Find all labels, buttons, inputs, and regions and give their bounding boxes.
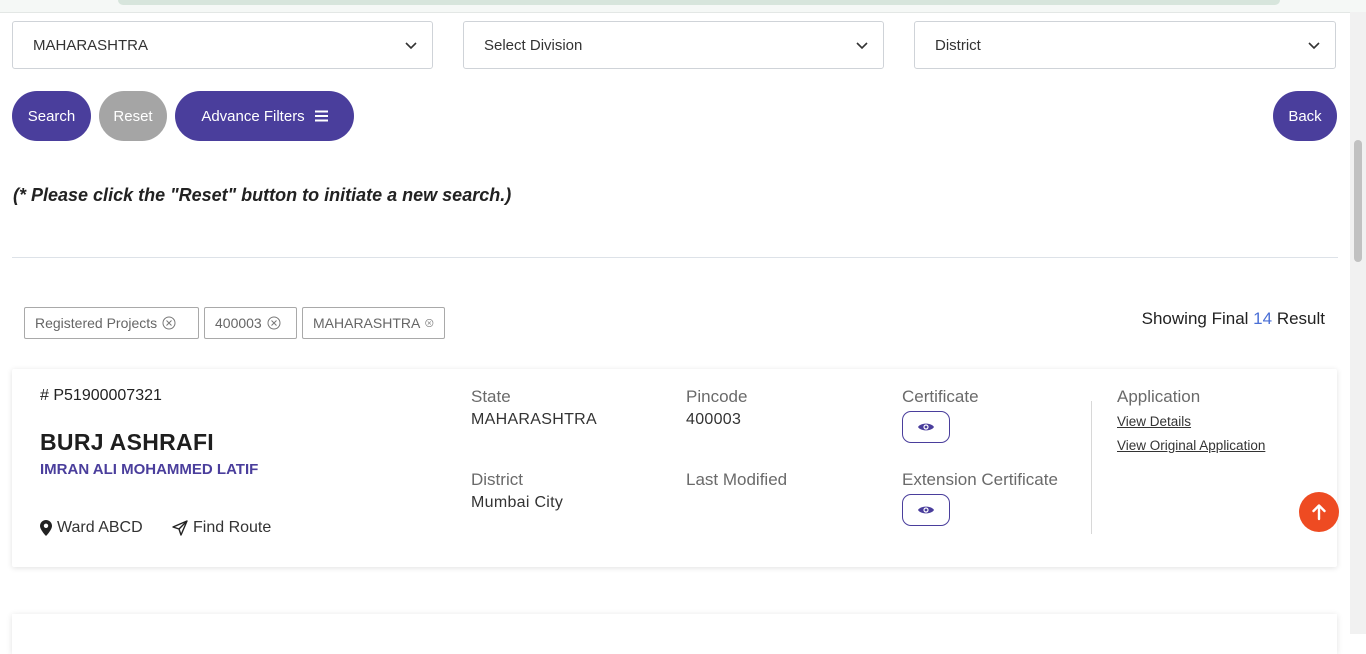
results-summary: Showing Final 14 Result — [1142, 309, 1325, 329]
back-button[interactable]: Back — [1273, 91, 1337, 141]
district-select-value: District — [935, 36, 981, 54]
eye-icon — [918, 423, 934, 431]
advance-filters-label: Advance Filters — [201, 107, 305, 125]
district-value: Mumbai City — [471, 494, 564, 511]
arrow-up-icon — [1312, 504, 1326, 521]
results-count: 14 — [1253, 309, 1273, 328]
reset-note: (* Please click the "Reset" button to in… — [13, 185, 512, 205]
chevron-down-icon — [1308, 42, 1320, 50]
close-circle-icon[interactable] — [425, 316, 434, 330]
filter-chip-state[interactable]: MAHARASHTRA — [302, 307, 445, 339]
state-label: State — [471, 387, 511, 406]
close-circle-icon[interactable] — [162, 316, 176, 330]
pincode-value: 400003 — [686, 411, 742, 428]
promoter-name: IMRAN ALI MOHAMMED LATIF — [40, 461, 259, 478]
district-label: District — [471, 470, 523, 489]
ward-info: Ward ABCD — [40, 519, 143, 537]
last-modified-label: Last Modified — [686, 470, 788, 489]
eye-icon — [918, 506, 934, 514]
results-suffix: Result — [1276, 309, 1325, 328]
chevron-down-icon — [856, 42, 868, 50]
view-details-link[interactable]: View Details — [1117, 414, 1191, 429]
find-route-label: Find Route — [193, 519, 272, 536]
registration-number: # P51900007321 — [40, 387, 162, 404]
find-route-link[interactable]: Find Route — [172, 519, 271, 537]
project-card-next — [12, 614, 1337, 654]
scrollbar-thumb[interactable] — [1354, 140, 1362, 262]
ward-label: Ward ABCD — [57, 519, 143, 536]
top-pill — [118, 0, 1280, 5]
extension-certificate-label: Extension Certificate — [902, 470, 1058, 489]
advance-filters-button[interactable]: Advance Filters — [175, 91, 354, 141]
chip-label: Registered Projects — [35, 315, 158, 331]
search-button[interactable]: Search — [12, 91, 91, 141]
chip-label: MAHARASHTRA — [313, 315, 421, 331]
chip-label: 400003 — [215, 315, 262, 331]
top-strip — [0, 0, 1366, 13]
send-icon — [172, 520, 188, 536]
search-button-label: Search — [27, 107, 76, 125]
results-prefix: Showing Final — [1141, 309, 1249, 328]
filter-chip-registered[interactable]: Registered Projects — [24, 307, 199, 339]
project-card: # P51900007321 BURJ ASHRAFI IMRAN ALI MO… — [12, 369, 1337, 567]
divider — [12, 257, 1338, 258]
district-select[interactable]: District — [914, 21, 1336, 69]
view-original-application-link[interactable]: View Original Application — [1117, 438, 1265, 453]
column-divider — [1091, 401, 1092, 534]
view-certificate-button[interactable] — [902, 411, 950, 443]
menu-icon — [314, 110, 328, 122]
close-circle-icon[interactable] — [267, 316, 281, 330]
reset-button-label: Reset — [113, 107, 153, 125]
filter-chip-pincode[interactable]: 400003 — [204, 307, 297, 339]
state-value: MAHARASHTRA — [471, 411, 597, 428]
scroll-to-top-button[interactable] — [1299, 492, 1339, 532]
division-select-value: Select Division — [484, 36, 583, 54]
pincode-label: Pincode — [686, 387, 748, 406]
application-label: Application — [1117, 387, 1201, 406]
project-name: BURJ ASHRAFI — [40, 429, 214, 455]
back-button-label: Back — [1288, 107, 1322, 125]
map-pin-icon — [40, 520, 52, 536]
chevron-down-icon — [405, 42, 417, 50]
certificate-label: Certificate — [902, 387, 979, 406]
division-select[interactable]: Select Division — [463, 21, 884, 69]
view-extension-certificate-button[interactable] — [902, 494, 950, 526]
state-select-value: MAHARASHTRA — [33, 36, 149, 54]
scrollbar[interactable] — [1350, 12, 1366, 634]
state-select[interactable]: MAHARASHTRA — [12, 21, 433, 69]
reset-button[interactable]: Reset — [99, 91, 167, 141]
